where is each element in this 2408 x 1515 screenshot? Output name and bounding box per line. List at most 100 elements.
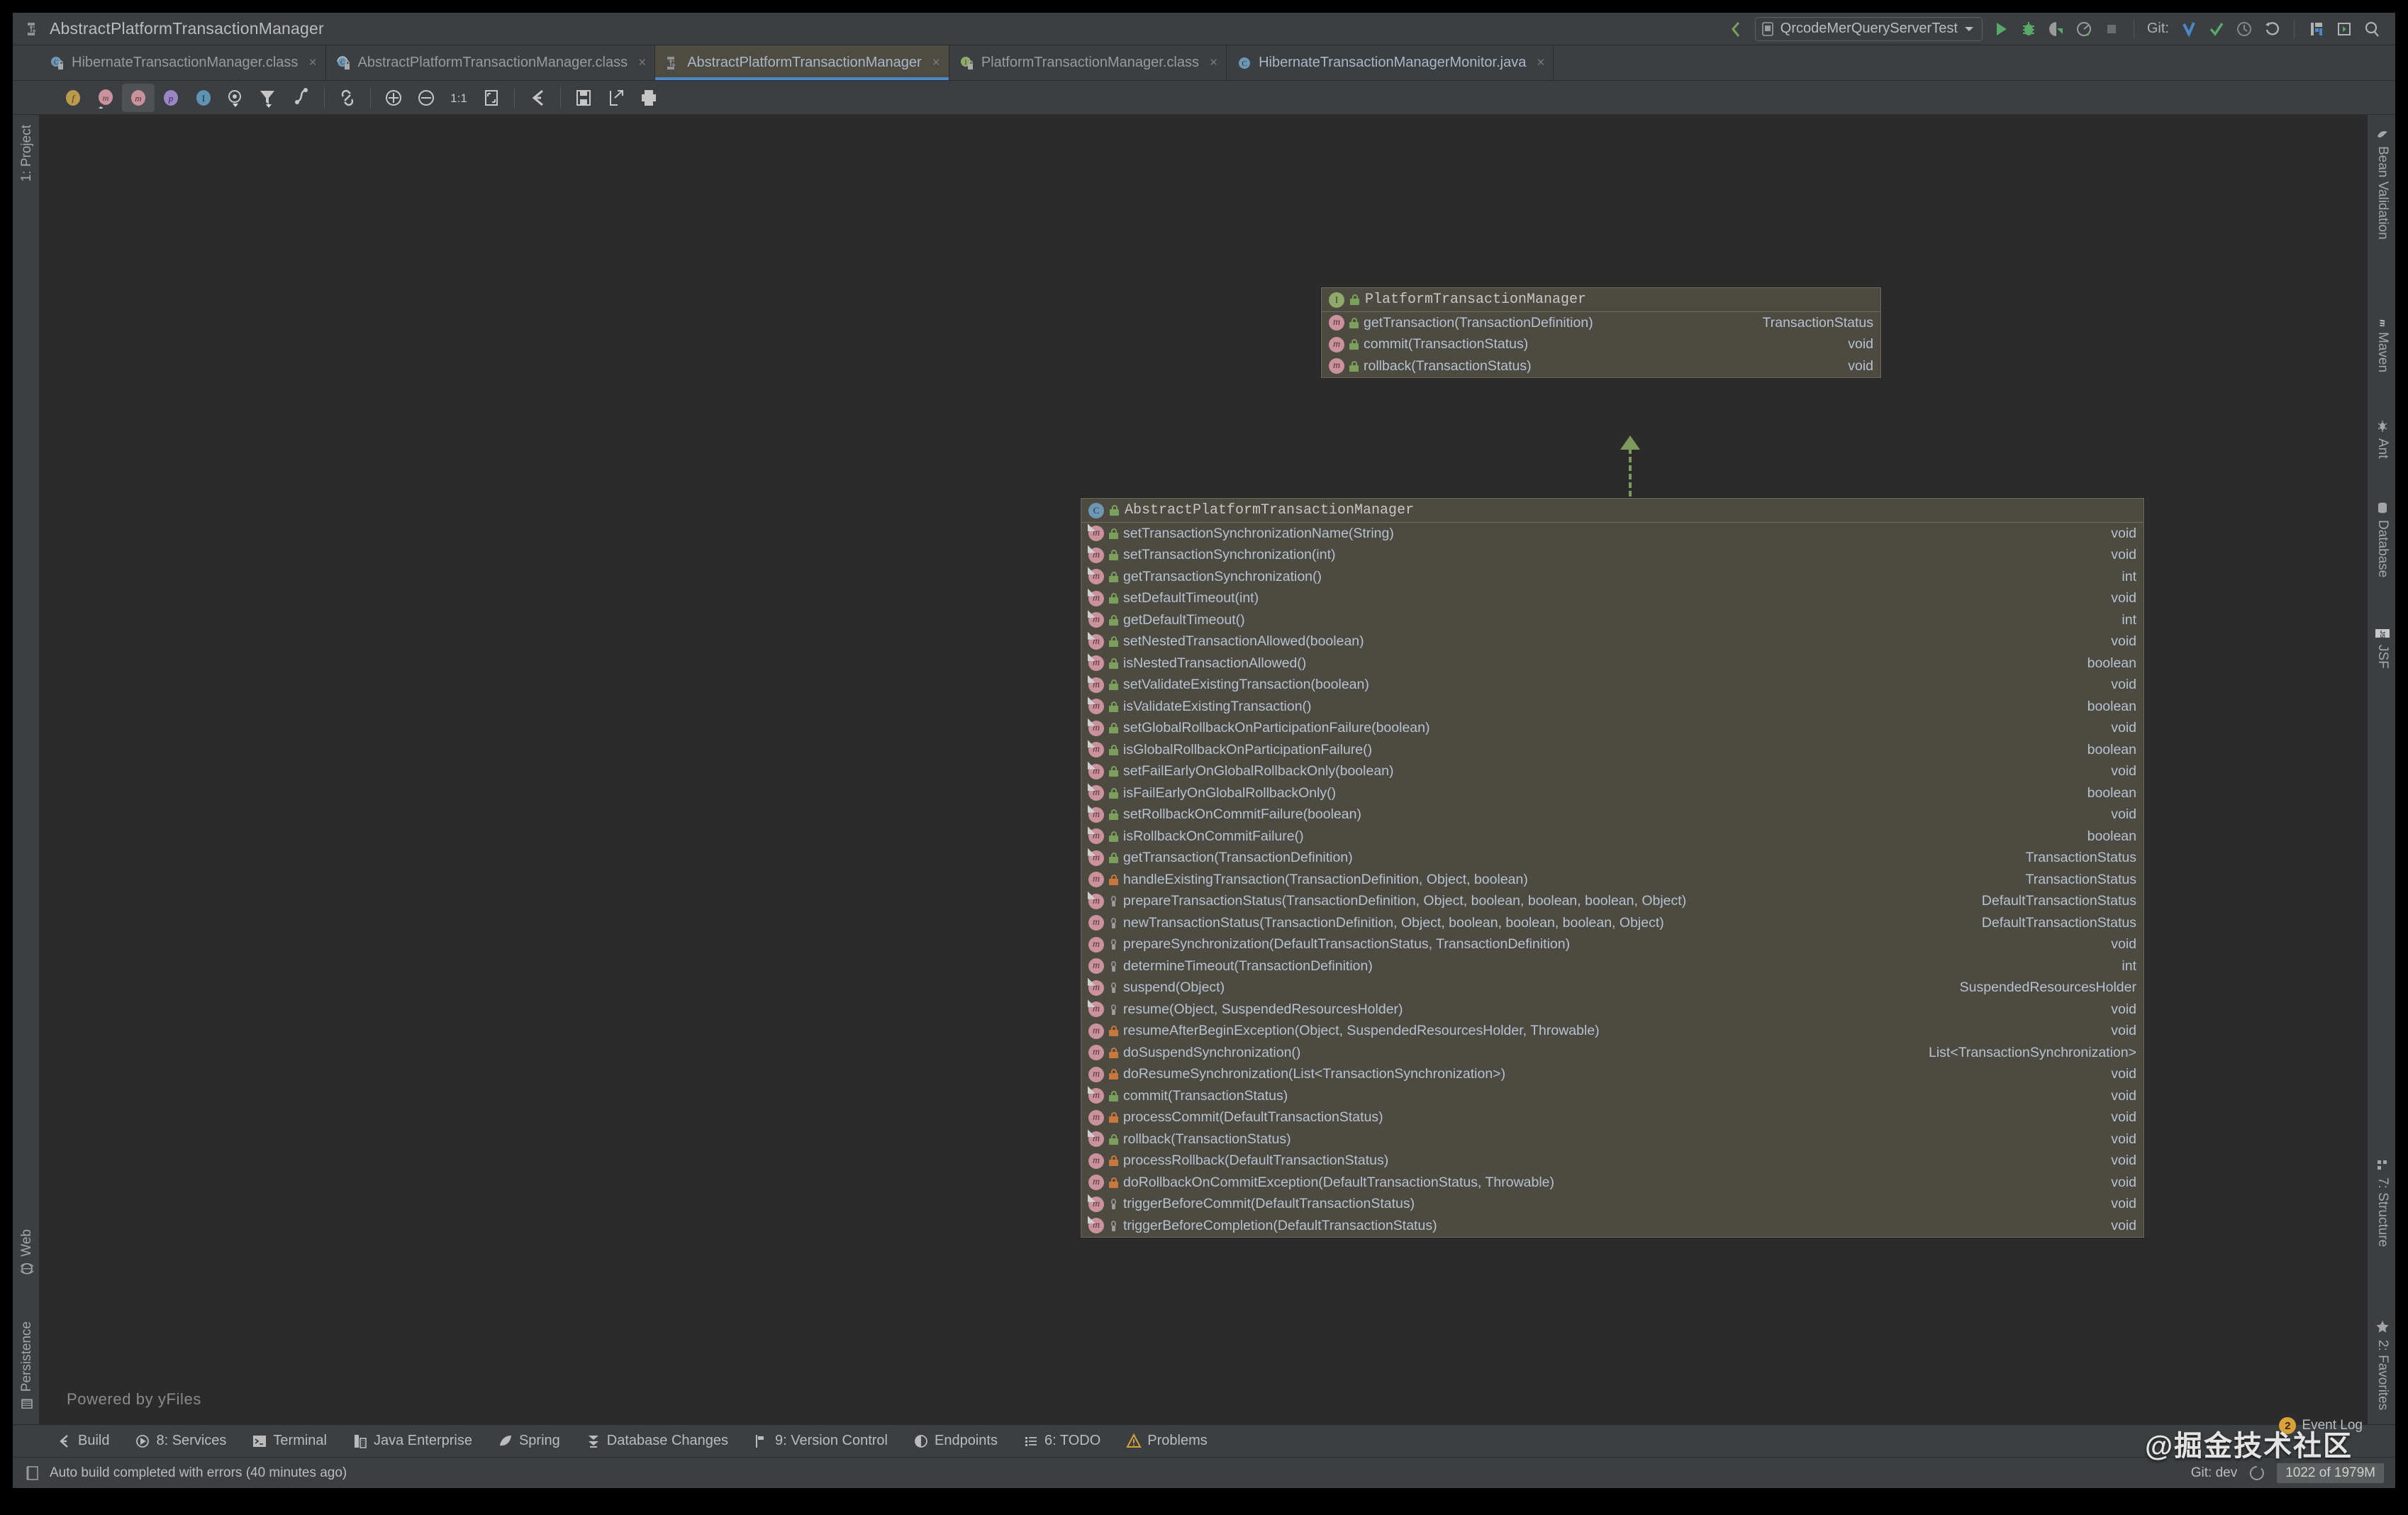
uml-interface-node-platform-transaction-manager[interactable]: I PlatformTransactionManager m getTransac… xyxy=(1321,287,1881,378)
sidebar-item-persistence[interactable]: Persistence xyxy=(19,1321,35,1410)
uml-member-row[interactable]: m doSuspendSynchronization() List<Transact… xyxy=(1081,1042,2144,1064)
profile-icon[interactable] xyxy=(2075,20,2093,38)
uml-member-row[interactable]: m getTransaction(TransactionDefinition) Tr… xyxy=(1322,312,1880,334)
uml-diagram-canvas[interactable]: I PlatformTransactionManager m getTransac… xyxy=(40,115,2367,1424)
uml-member-row[interactable]: m setDefaultTimeout(int) void xyxy=(1081,588,2144,610)
uml-member-row[interactable]: m setNestedTransactionAllowed(boolean) voi… xyxy=(1081,631,2144,653)
uml-member-row[interactable]: m getTransaction(TransactionDefinition) Tr… xyxy=(1081,848,2144,870)
zoom-in-icon[interactable] xyxy=(377,84,410,112)
uml-member-row[interactable]: m rollback(TransactionStatus) void xyxy=(1322,355,1880,377)
back-arrow-icon[interactable] xyxy=(1726,19,1746,39)
git-branch-indicator[interactable]: Git: dev xyxy=(2191,1465,2237,1481)
uml-member-row[interactable]: m setTransactionSynchronization(int) void xyxy=(1081,545,2144,567)
sidebar-item-web[interactable]: Web xyxy=(19,1229,35,1275)
tab-abstract-platform-transaction-manager-class[interactable]: C AbstractPlatformTransactionManager.cla… xyxy=(326,45,656,80)
show-inner-classes-toggle[interactable]: I xyxy=(187,84,220,112)
sidebar-item-structure[interactable]: 7: Structure xyxy=(2375,1159,2390,1247)
uml-member-row[interactable]: m resume(Object, SuspendedResourcesHolder… xyxy=(1081,999,2144,1021)
sidebar-item-maven[interactable]: m Maven xyxy=(2375,313,2390,372)
uml-member-row[interactable]: m doRollbackOnCommitException(DefaultTran… xyxy=(1081,1172,2144,1194)
uml-member-row[interactable]: m processRollback(DefaultTransactionStatu… xyxy=(1081,1150,2144,1172)
sidebar-item-jsf[interactable]: JSF JSF xyxy=(2375,628,2390,669)
tool-window-todo[interactable]: 6: TODO xyxy=(1023,1433,1113,1449)
uml-member-row[interactable]: m setFailEarlyOnGlobalRollbackOnly(boolea… xyxy=(1081,761,2144,783)
visibility-level-dropdown[interactable] xyxy=(220,84,252,112)
sidebar-item-project[interactable]: 1: Project xyxy=(19,125,35,182)
tool-window-build[interactable]: Build xyxy=(57,1433,122,1449)
uml-member-row[interactable]: m triggerBeforeCommit(DefaultTransactionS… xyxy=(1081,1194,2144,1216)
tab-close-icon[interactable]: × xyxy=(308,55,316,71)
uml-member-row[interactable]: m commit(TransactionStatus) void xyxy=(1322,334,1880,356)
uml-member-row[interactable]: m setRollbackOnCommitFailure(boolean) void xyxy=(1081,804,2144,826)
sidebar-item-database[interactable]: Database xyxy=(2375,501,2390,577)
tab-close-icon[interactable]: × xyxy=(638,55,646,71)
uml-member-row[interactable]: m handleExistingTransaction(TransactionDe… xyxy=(1081,869,2144,891)
tab-close-icon[interactable]: × xyxy=(1210,55,1217,71)
run-configuration-selector[interactable]: QrcodeMerQueryServerTest xyxy=(1754,16,1983,41)
git-update-icon[interactable] xyxy=(2180,20,2198,38)
tool-window-terminal[interactable]: Terminal xyxy=(252,1433,340,1449)
uml-member-row[interactable]: m setGlobalRollbackOnParticipationFailure… xyxy=(1081,718,2144,740)
run-icon[interactable] xyxy=(1992,20,2010,38)
tool-window-endpoints[interactable]: Endpoints xyxy=(913,1433,1010,1449)
show-properties-toggle[interactable]: p xyxy=(155,84,187,112)
show-constructors-toggle[interactable]: m xyxy=(89,84,122,112)
tool-window-version-control[interactable]: 9: Version Control xyxy=(754,1433,901,1449)
uml-member-row[interactable]: m isFailEarlyOnGlobalRollbackOnly() boolea… xyxy=(1081,782,2144,804)
uml-member-row[interactable]: m prepareTransactionStatus(TransactionDef… xyxy=(1081,891,2144,913)
uml-member-row[interactable]: m isNestedTransactionAllowed() boolean xyxy=(1081,653,2144,675)
zoom-out-icon[interactable] xyxy=(410,84,442,112)
uml-member-row[interactable]: m getDefaultTimeout() int xyxy=(1081,609,2144,631)
sidebar-item-ant[interactable]: Ant xyxy=(2375,420,2390,459)
uml-member-row[interactable]: m triggerBeforeCompletion(DefaultTransact… xyxy=(1081,1215,2144,1237)
run-with-coverage-icon[interactable] xyxy=(2047,20,2066,38)
uml-member-row[interactable]: m isGlobalRollbackOnParticipationFailure(… xyxy=(1081,739,2144,761)
memory-indicator[interactable]: 1022 of 1979M xyxy=(2277,1463,2384,1483)
export-icon[interactable] xyxy=(600,84,632,112)
event-log-indicator[interactable]: 2 Event Log xyxy=(2279,1417,2363,1434)
debug-icon[interactable] xyxy=(2019,20,2038,38)
uml-member-row[interactable]: m commit(TransactionStatus) void xyxy=(1081,1085,2144,1107)
uml-member-row[interactable]: m rollback(TransactionStatus) void xyxy=(1081,1128,2144,1150)
sidebar-item-bean-validation[interactable]: Bean Validation xyxy=(2375,128,2390,240)
uml-member-row[interactable]: m setTransactionSynchronizationName(Strin… xyxy=(1081,523,2144,545)
tab-abstract-platform-transaction-manager-diagram[interactable]: AbstractPlatformTransactionManager × xyxy=(655,45,949,80)
background-tasks-icon[interactable] xyxy=(2248,1465,2265,1482)
uml-member-row[interactable]: m suspend(Object) SuspendedResourcesHolder xyxy=(1081,977,2144,999)
uml-member-row[interactable]: m prepareSynchronization(DefaultTransacti… xyxy=(1081,934,2144,956)
uml-member-row[interactable]: m isValidateExistingTransaction() boolean xyxy=(1081,696,2144,718)
tab-close-icon[interactable]: × xyxy=(932,55,940,71)
git-history-icon[interactable] xyxy=(2235,20,2253,38)
uml-member-row[interactable]: m doResumeSynchronization(List<Transactio… xyxy=(1081,1064,2144,1086)
tab-hibernate-transaction-manager-class[interactable]: C HibernateTransactionManager.class × xyxy=(40,45,326,80)
uml-member-row[interactable]: m setValidateExistingTransaction(boolean)… xyxy=(1081,675,2144,697)
uml-member-row[interactable]: m newTransactionStatus(TransactionDefinit… xyxy=(1081,912,2144,934)
uml-member-row[interactable]: m resumeAfterBeginException(Object, Suspe… xyxy=(1081,1021,2144,1043)
link-icon[interactable] xyxy=(331,84,364,112)
sidebar-item-favorites[interactable]: 2: Favorites xyxy=(2375,1320,2390,1410)
search-everywhere-icon[interactable] xyxy=(2363,20,2381,38)
tool-window-spring[interactable]: Spring xyxy=(498,1433,573,1449)
git-commit-icon[interactable] xyxy=(2207,20,2226,38)
actual-size-icon[interactable]: 1:1 xyxy=(442,84,475,112)
show-methods-toggle[interactable]: m xyxy=(122,83,155,112)
print-icon[interactable] xyxy=(632,84,665,112)
git-rollback-icon[interactable] xyxy=(2263,20,2281,38)
fit-content-icon[interactable] xyxy=(475,84,508,112)
uml-member-row[interactable]: m processCommit(DefaultTransactionStatus)… xyxy=(1081,1107,2144,1129)
tool-window-java-enterprise[interactable]: Java Enterprise xyxy=(352,1433,485,1449)
show-dependencies-icon[interactable] xyxy=(285,84,318,112)
structure-icon[interactable] xyxy=(2307,20,2326,38)
uml-class-node-abstract-platform-transaction-manager[interactable]: C AbstractPlatformTransactionManager m se… xyxy=(1081,498,2144,1238)
show-fields-toggle[interactable]: f xyxy=(57,84,89,112)
uml-member-row[interactable]: m determineTimeout(TransactionDefinition)… xyxy=(1081,955,2144,977)
tool-window-problems[interactable]: Problems xyxy=(1126,1433,1220,1449)
tab-platform-transaction-manager-class[interactable]: I PlatformTransactionManager.class × xyxy=(949,45,1227,80)
stop-icon[interactable] xyxy=(2102,20,2121,38)
tool-window-database-changes[interactable]: Database Changes xyxy=(586,1433,741,1449)
tool-window-services[interactable]: 8: Services xyxy=(135,1433,239,1449)
layout-icon[interactable] xyxy=(521,84,554,112)
tab-hibernate-transaction-manager-monitor-java[interactable]: C HibernateTransactionManagerMonitor.jav… xyxy=(1227,45,1554,80)
preview-icon[interactable] xyxy=(2335,20,2353,38)
uml-member-row[interactable]: m isRollbackOnCommitFailure() boolean xyxy=(1081,826,2144,848)
